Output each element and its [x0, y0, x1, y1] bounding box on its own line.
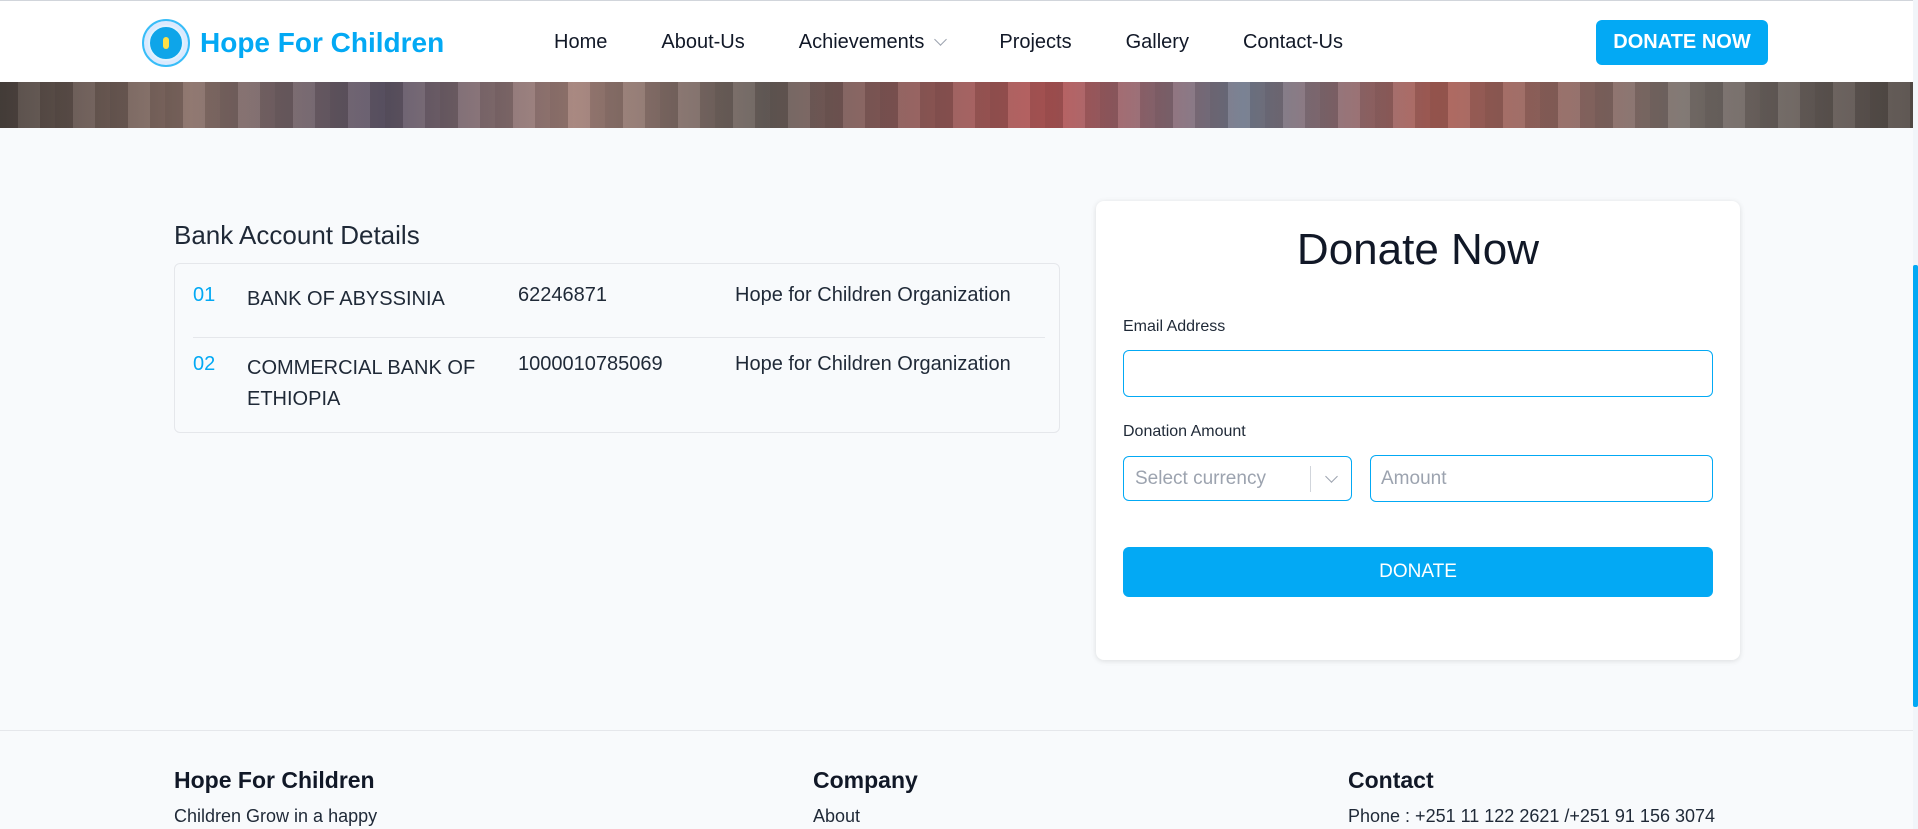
nav-gallery[interactable]: Gallery: [1126, 31, 1189, 54]
donate-card: Donate Now Email Address Donation Amount…: [1096, 201, 1740, 660]
bank-name: BANK OF ABYSSINIA: [247, 288, 445, 310]
email-field[interactable]: [1123, 350, 1713, 397]
brand-name: Hope For Children: [200, 27, 445, 58]
nav-contact-us[interactable]: Contact-Us: [1243, 31, 1343, 54]
account-number: 1000010785069: [518, 353, 663, 375]
nav-home[interactable]: Home: [554, 31, 607, 54]
footer-brand: Hope For Children: [174, 767, 375, 793]
bank-row: 01 BANK OF ABYSSINIA 62246871 Hope for C…: [193, 284, 1045, 338]
footer-contact-title: Contact: [1348, 767, 1434, 793]
account-holder: Hope for Children Organization: [735, 284, 1011, 306]
chevron-down-icon: [1311, 469, 1351, 483]
footer: Hope For Children Children Grow in a hap…: [0, 730, 1913, 829]
nav-about-us[interactable]: About-Us: [661, 31, 744, 54]
currency-placeholder: Select currency: [1135, 467, 1266, 489]
footer-company: Company About: [813, 767, 918, 827]
nav-achievements[interactable]: Achievements: [798, 30, 948, 54]
donate-now-button[interactable]: DONATE NOW: [1596, 20, 1768, 65]
donate-title: Donate Now: [1296, 225, 1540, 274]
nav-projects[interactable]: Projects: [999, 31, 1071, 54]
footer-about: Hope For Children Children Grow in a hap…: [174, 767, 377, 827]
footer-phone: Phone : +251 11 122 2621 /+251 91 156 30…: [1348, 806, 1716, 826]
amount-field[interactable]: [1370, 455, 1713, 502]
footer-contact: Contact Phone : +251 11 122 2621 /+251 9…: [1348, 767, 1715, 827]
footer-company-title: Company: [813, 767, 918, 793]
donate-submit-button[interactable]: DONATE: [1123, 547, 1713, 597]
bank-details-title: Bank Account Details: [174, 220, 420, 250]
main-nav: Home About-Us Achievements Projects Gall…: [554, 1, 1397, 83]
chevron-down-icon: [934, 33, 948, 46]
navbar: Hope For Children Home About-Us Achievem…: [0, 0, 1913, 82]
nav-achievements-label: Achievements: [798, 30, 925, 53]
email-label: Email Address: [1123, 318, 1226, 335]
account-holder: Hope for Children Organization: [735, 353, 1011, 375]
logo-icon: [142, 19, 190, 67]
amount-label: Donation Amount: [1123, 423, 1246, 440]
brand-link[interactable]: Hope For Children: [142, 19, 444, 67]
footer-tagline: Children Grow in a happy: [174, 806, 378, 826]
footer-link-about[interactable]: About: [813, 806, 918, 827]
row-number: 02: [193, 353, 216, 375]
bank-name: COMMERCIAL BANK OF ETHIOPIA: [247, 357, 476, 410]
bank-details-table: 01 BANK OF ABYSSINIA 62246871 Hope for C…: [174, 263, 1060, 433]
scrollbar-thumb[interactable]: [1913, 265, 1918, 707]
currency-select[interactable]: Select currency: [1123, 456, 1352, 501]
account-number: 62246871: [518, 284, 607, 306]
row-number: 01: [193, 284, 216, 306]
